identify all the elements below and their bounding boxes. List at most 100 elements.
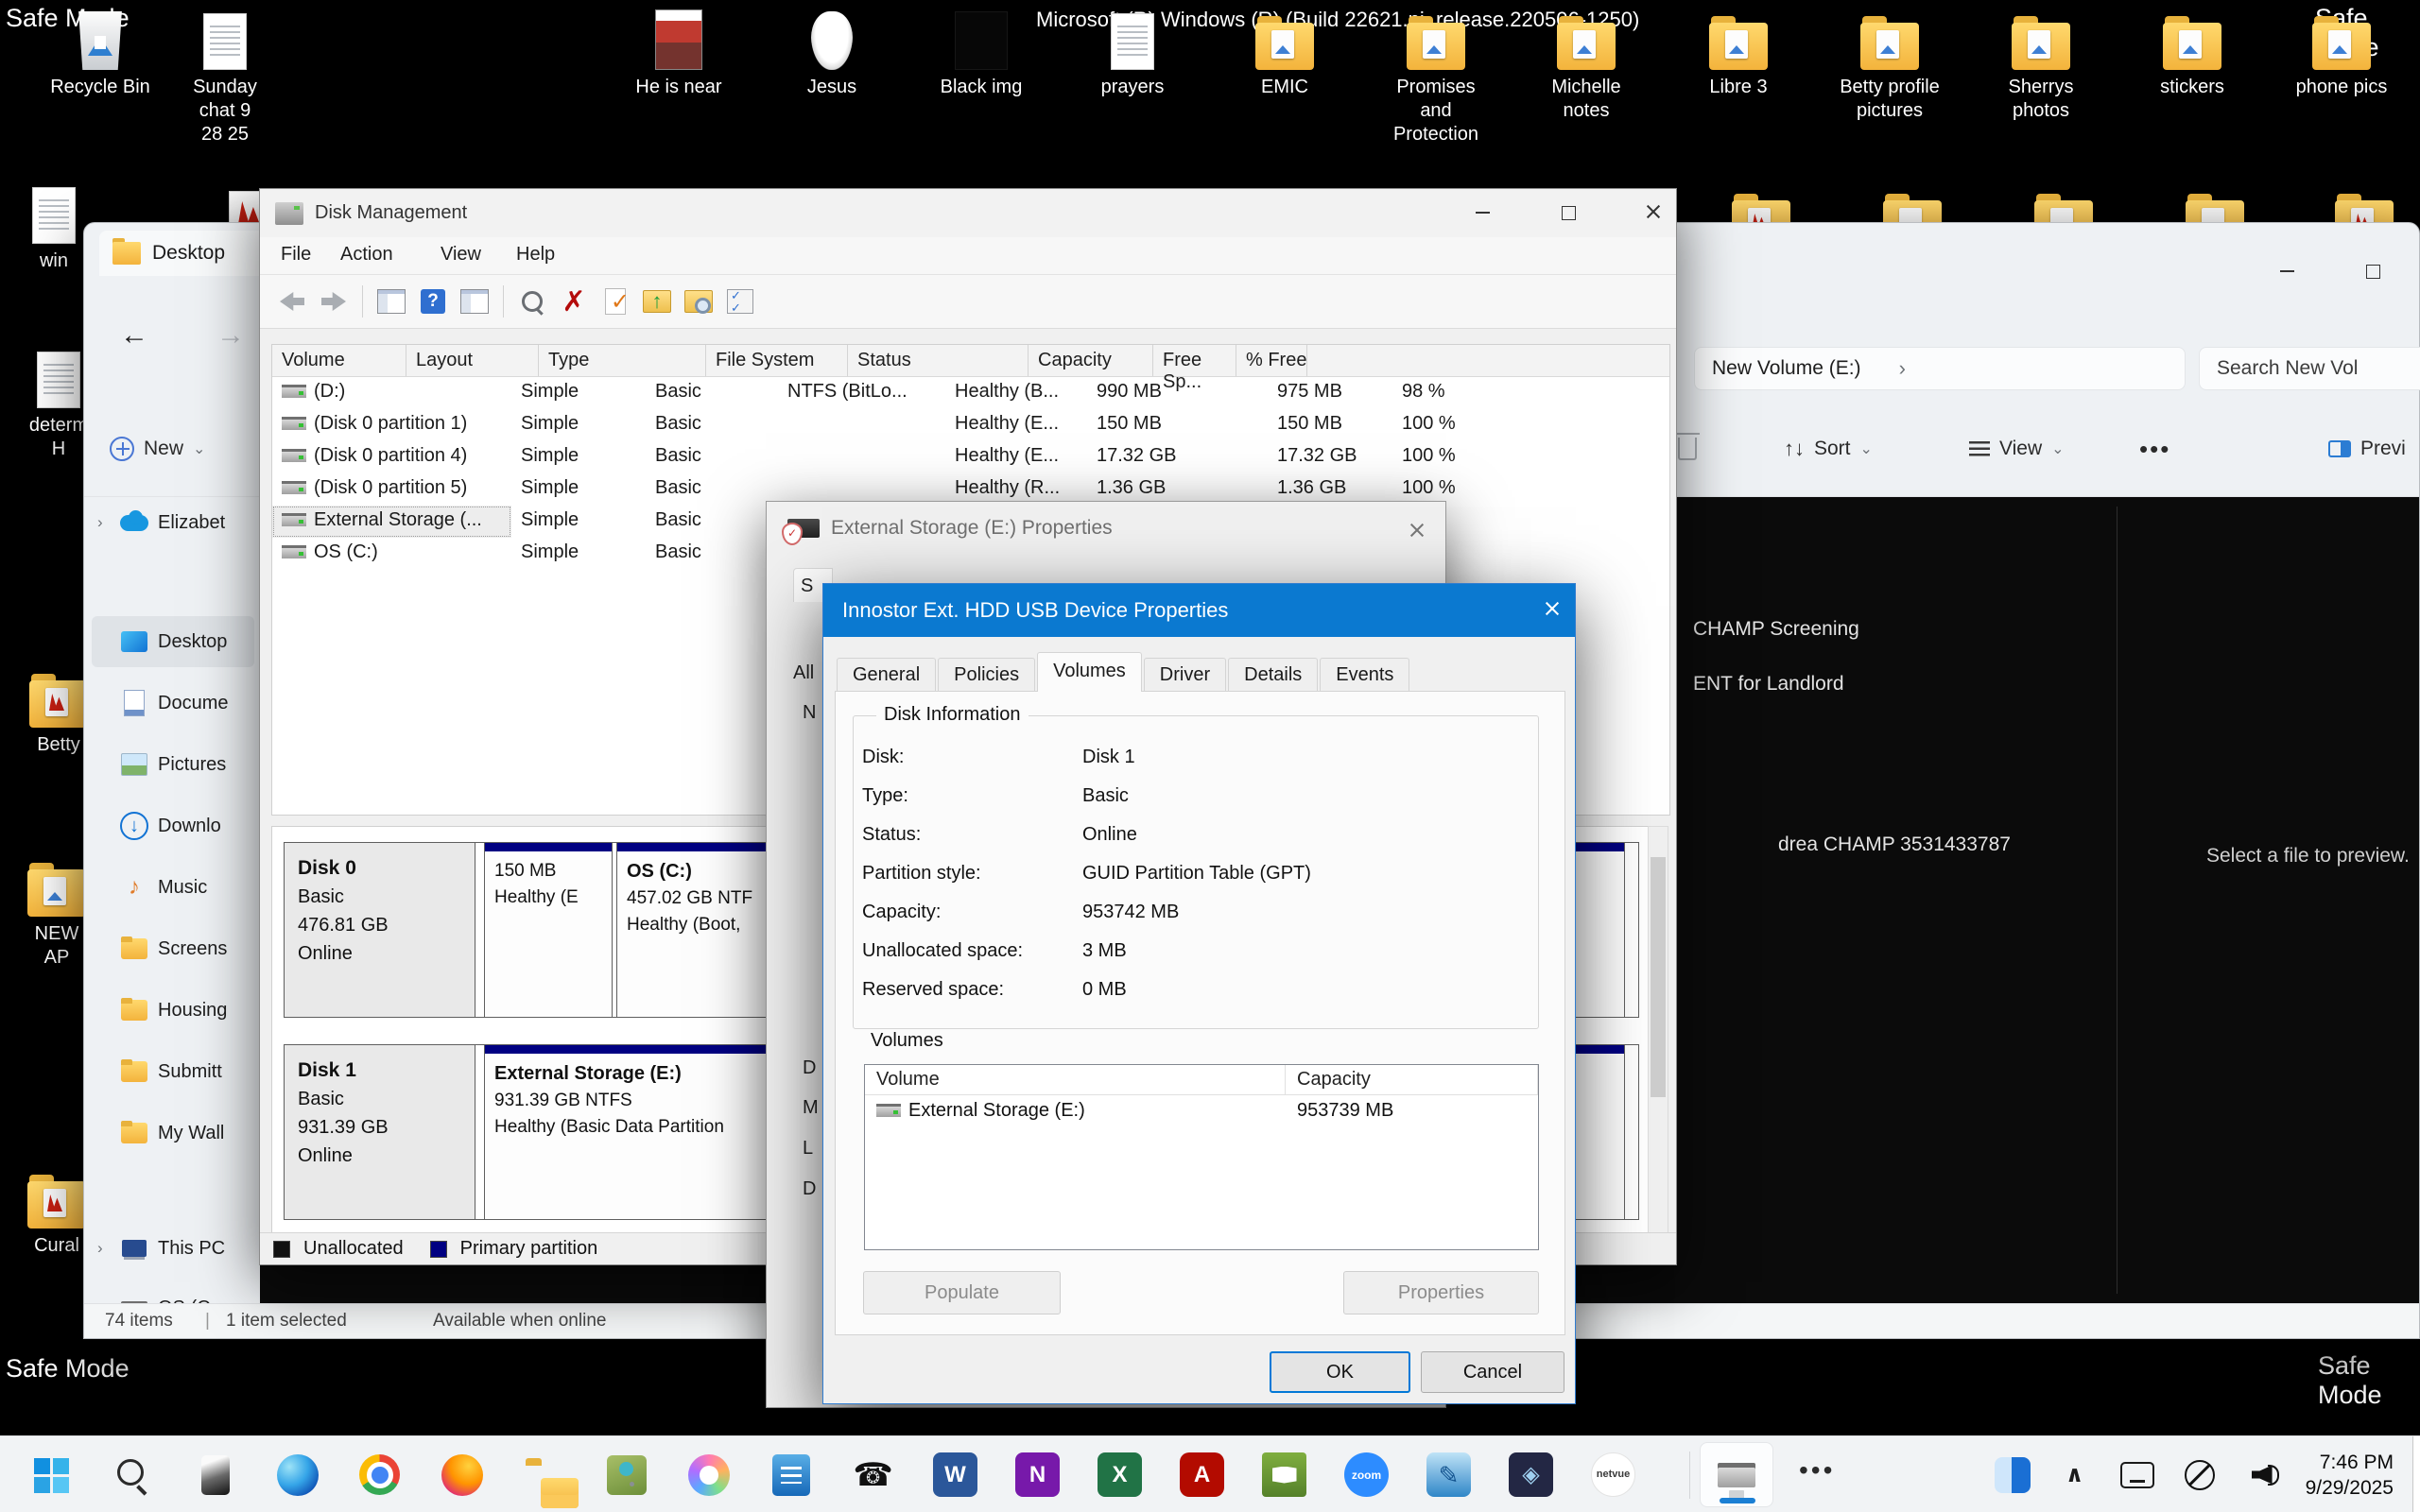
desktop-icon-recycle-bin[interactable]: Recycle Bin <box>48 4 152 99</box>
chrome-icon[interactable] <box>357 1452 402 1497</box>
menu-action[interactable]: Action <box>340 244 393 266</box>
netvue-icon[interactable]: netvue <box>1591 1452 1635 1497</box>
sidebar-item[interactable]: Screens <box>92 923 254 974</box>
edge-icon[interactable] <box>275 1452 320 1497</box>
sidebar-item[interactable]: Pictures <box>92 739 254 790</box>
column-header[interactable]: Type <box>539 345 706 376</box>
show-action-pane-icon[interactable] <box>460 287 489 316</box>
tab[interactable]: Policies <box>938 658 1035 692</box>
volume-row[interactable]: (D:) Simple Basic NTFS (BitLo... Healthy… <box>272 377 1669 409</box>
desktop-icon-black-img[interactable]: Black img <box>929 4 1033 99</box>
hidden-icons-chevron-icon[interactable]: ∧ <box>2056 1456 2094 1494</box>
partition-block[interactable]: 150 MB Healthy (E <box>484 843 613 1017</box>
onenote-icon[interactable]: N <box>1015 1452 1060 1497</box>
photos-app-icon[interactable]: ◈ <box>1509 1452 1553 1497</box>
expander-chevron-icon[interactable]: › <box>97 513 111 532</box>
minimize-button[interactable] <box>1474 202 1493 221</box>
sidebar-item[interactable]: My Wall <box>92 1108 254 1159</box>
excel-icon[interactable]: X <box>1098 1452 1142 1497</box>
more-options-button[interactable]: ••• <box>2139 427 2170 471</box>
desktop-icon-promises[interactable]: Promises and Protection <box>1384 4 1488 146</box>
search-input[interactable]: Search New Vol <box>2199 347 2420 390</box>
dark-app-icon[interactable] <box>193 1452 237 1497</box>
mark-active-icon[interactable] <box>601 287 630 316</box>
desktop-icon-he-is-near[interactable]: He is near <box>627 4 731 99</box>
copilot-icon[interactable] <box>686 1452 731 1497</box>
sort-button[interactable]: ↑↓ Sort ⌄ <box>1784 427 1873 471</box>
zoom-icon[interactable]: zoom <box>1344 1452 1389 1497</box>
desktop-icon-emic[interactable]: EMIC <box>1233 4 1337 99</box>
network-no-internet-icon[interactable] <box>2181 1456 2219 1494</box>
explore-folder-icon[interactable] <box>684 287 713 316</box>
column-header[interactable]: Free Sp... <box>1153 345 1236 376</box>
desktop-icon-jesus[interactable]: Jesus <box>780 4 884 99</box>
word-icon[interactable]: W <box>933 1452 977 1497</box>
sidebar-item[interactable]: Submitt <box>92 1046 254 1097</box>
expander-chevron-icon[interactable]: › <box>97 1239 111 1258</box>
pen-app-icon[interactable]: ✎ <box>1426 1452 1471 1497</box>
search-icon[interactable] <box>111 1452 155 1497</box>
tab[interactable]: Driver <box>1144 658 1226 692</box>
close-button[interactable] <box>1408 521 1426 540</box>
desktop-icon-sunday-chat[interactable]: Sunday chat 9 28 25 <box>173 4 277 146</box>
widgets-icon[interactable] <box>1994 1456 2031 1494</box>
taskbar-clock[interactable]: 7:46 PM 9/29/2025 <box>2306 1450 2394 1501</box>
scrollbar[interactable] <box>1648 826 1668 1234</box>
desktop-icon-phone-pics[interactable]: phone pics <box>2290 4 2394 99</box>
menu-help[interactable]: Help <box>516 244 555 266</box>
scrollbar-thumb[interactable] <box>1651 857 1666 1097</box>
column-header-volume[interactable]: Volume <box>865 1065 1286 1094</box>
show-console-tree-icon[interactable] <box>377 287 406 316</box>
column-header[interactable]: Capacity <box>1028 345 1153 376</box>
new-button[interactable]: New ⌄ <box>110 427 205 471</box>
acrobat-icon[interactable]: A <box>1180 1452 1224 1497</box>
menu-view[interactable]: View <box>441 244 481 266</box>
ok-button[interactable]: OK <box>1270 1351 1410 1393</box>
tab[interactable]: General <box>837 658 936 692</box>
firefox-icon[interactable] <box>440 1452 484 1497</box>
file-name[interactable]: ENT for Landlord <box>1693 673 1844 696</box>
properties-icon[interactable] <box>726 287 754 316</box>
disk-management-taskbar-button[interactable] <box>1700 1442 1773 1507</box>
open-folder-icon[interactable] <box>643 287 671 316</box>
show-desktop-button[interactable] <box>2412 1436 2420 1512</box>
column-header[interactable]: Status <box>848 345 1028 376</box>
volume-row[interactable]: (Disk 0 partition 4) Simple Basic Health… <box>272 441 1669 473</box>
column-header[interactable]: Volume <box>272 345 406 376</box>
pushpin-app-icon[interactable] <box>604 1452 648 1497</box>
volume-row[interactable]: (Disk 0 partition 1) Simple Basic Health… <box>272 409 1669 441</box>
column-header[interactable]: Layout <box>406 345 539 376</box>
volume-icon[interactable] <box>2243 1456 2281 1494</box>
desktop-icon-sherrys-photos[interactable]: Sherrys photos <box>1989 4 2093 123</box>
tab[interactable]: Details <box>1228 658 1318 692</box>
view-button[interactable]: View ⌄ <box>1969 427 2065 471</box>
desktop-icon-betty-profile[interactable]: Betty profile pictures <box>1838 4 1942 123</box>
column-header[interactable]: File System <box>706 345 848 376</box>
column-header-capacity[interactable]: Capacity <box>1286 1065 1538 1094</box>
back-icon[interactable] <box>278 287 306 316</box>
delete-button[interactable] <box>1678 427 1697 471</box>
file-name[interactable]: drea CHAMP 3531433787 <box>1778 833 2011 856</box>
preview-toggle-button[interactable]: Previ <box>2328 427 2406 471</box>
properties-button[interactable]: Properties <box>1343 1271 1539 1314</box>
maximize-button[interactable] <box>1559 202 1578 221</box>
sidebar-item[interactable]: Housing <box>92 985 254 1036</box>
sidebar-item[interactable]: Desktop <box>92 616 254 667</box>
tab[interactable]: Volumes <box>1037 652 1142 692</box>
breadcrumb[interactable]: New Volume (E:) › <box>1694 347 2186 390</box>
file-name[interactable]: CHAMP Screening <box>1693 618 1859 641</box>
disk-1-header[interactable]: Disk 1 Basic 931.39 GB Online <box>285 1045 475 1219</box>
help-icon[interactable] <box>419 287 447 316</box>
start-button[interactable] <box>28 1452 73 1497</box>
sidebar-item[interactable]: › Elizabet <box>92 497 254 548</box>
cancel-button[interactable]: Cancel <box>1421 1351 1564 1393</box>
bible-app-icon[interactable] <box>1262 1452 1306 1497</box>
delete-volume-icon[interactable] <box>560 287 588 316</box>
populate-button[interactable]: Populate <box>863 1271 1061 1314</box>
menu-file[interactable]: File <box>281 244 311 266</box>
desktop-icon-libre3[interactable]: Libre 3 <box>1686 4 1790 99</box>
desktop-icon-prayers[interactable]: prayers <box>1080 4 1184 99</box>
sidebar-item[interactable]: Docume <box>92 678 254 729</box>
close-button[interactable] <box>1644 202 1663 221</box>
dialer-app-icon[interactable] <box>851 1452 895 1497</box>
